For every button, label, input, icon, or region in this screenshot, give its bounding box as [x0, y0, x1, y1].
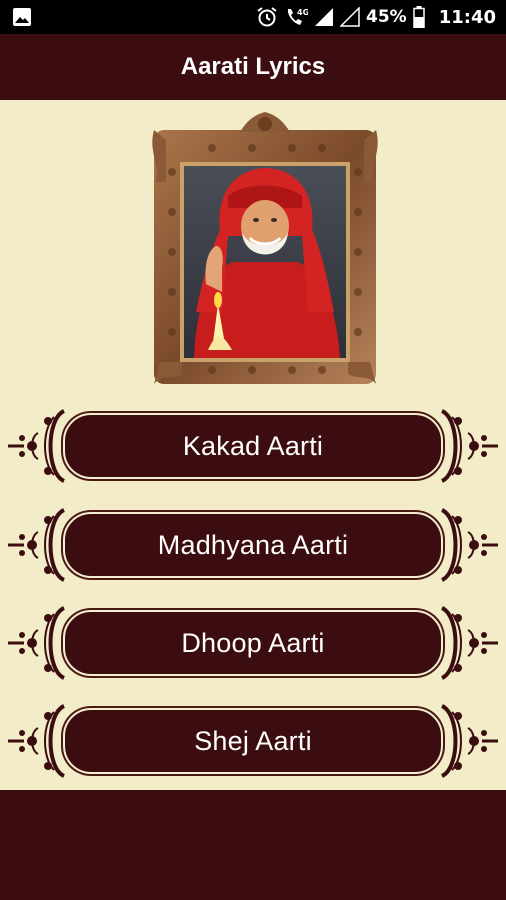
network-label: 4G — [297, 8, 308, 17]
ornament-right-icon — [440, 409, 498, 483]
dhoop-aarti-button[interactable]: Dhoop Aarti — [63, 610, 443, 676]
aarti-row-kakad: Kakad Aarti — [0, 405, 506, 487]
aarti-row-shej: Shej Aarti — [0, 700, 506, 782]
kakad-aarti-button[interactable]: Kakad Aarti — [63, 413, 443, 479]
shej-aarti-button[interactable]: Shej Aarti — [63, 708, 443, 774]
aarti-row-madhyana: Madhyana Aarti — [0, 504, 506, 586]
status-bar: 4G 45% 11:40 — [0, 0, 506, 34]
signal-empty-icon — [340, 7, 360, 27]
status-right: 4G 45% 11:40 — [256, 6, 496, 28]
page-title: Aarati Lyrics — [180, 53, 326, 80]
call-volte-icon: 4G — [284, 6, 308, 28]
signal-icon — [314, 7, 334, 27]
status-left — [12, 7, 32, 27]
status-time: 11:40 — [438, 6, 496, 28]
app-header: Aarati Lyrics — [0, 34, 506, 100]
sai-baba-portrait-frame — [152, 112, 378, 388]
battery-percent: 45% — [366, 7, 407, 27]
aarti-label: Dhoop Aarti — [181, 627, 325, 658]
content-area: Kakad Aarti Madhyana Aarti Dhoop Aarti S… — [0, 100, 506, 790]
image-icon — [12, 7, 32, 27]
aarti-row-dhoop: Dhoop Aarti — [0, 602, 506, 684]
aarti-label: Madhyana Aarti — [157, 529, 349, 560]
ornament-right-icon — [440, 508, 498, 582]
aarti-label: Shej Aarti — [194, 725, 312, 756]
battery-icon — [412, 6, 425, 28]
madhyana-aarti-button[interactable]: Madhyana Aarti — [63, 512, 443, 578]
aarti-label: Kakad Aarti — [182, 430, 324, 461]
alarm-icon — [256, 6, 278, 28]
bottom-band — [0, 790, 506, 900]
ornament-right-icon — [440, 606, 498, 680]
ornament-right-icon — [440, 704, 498, 778]
